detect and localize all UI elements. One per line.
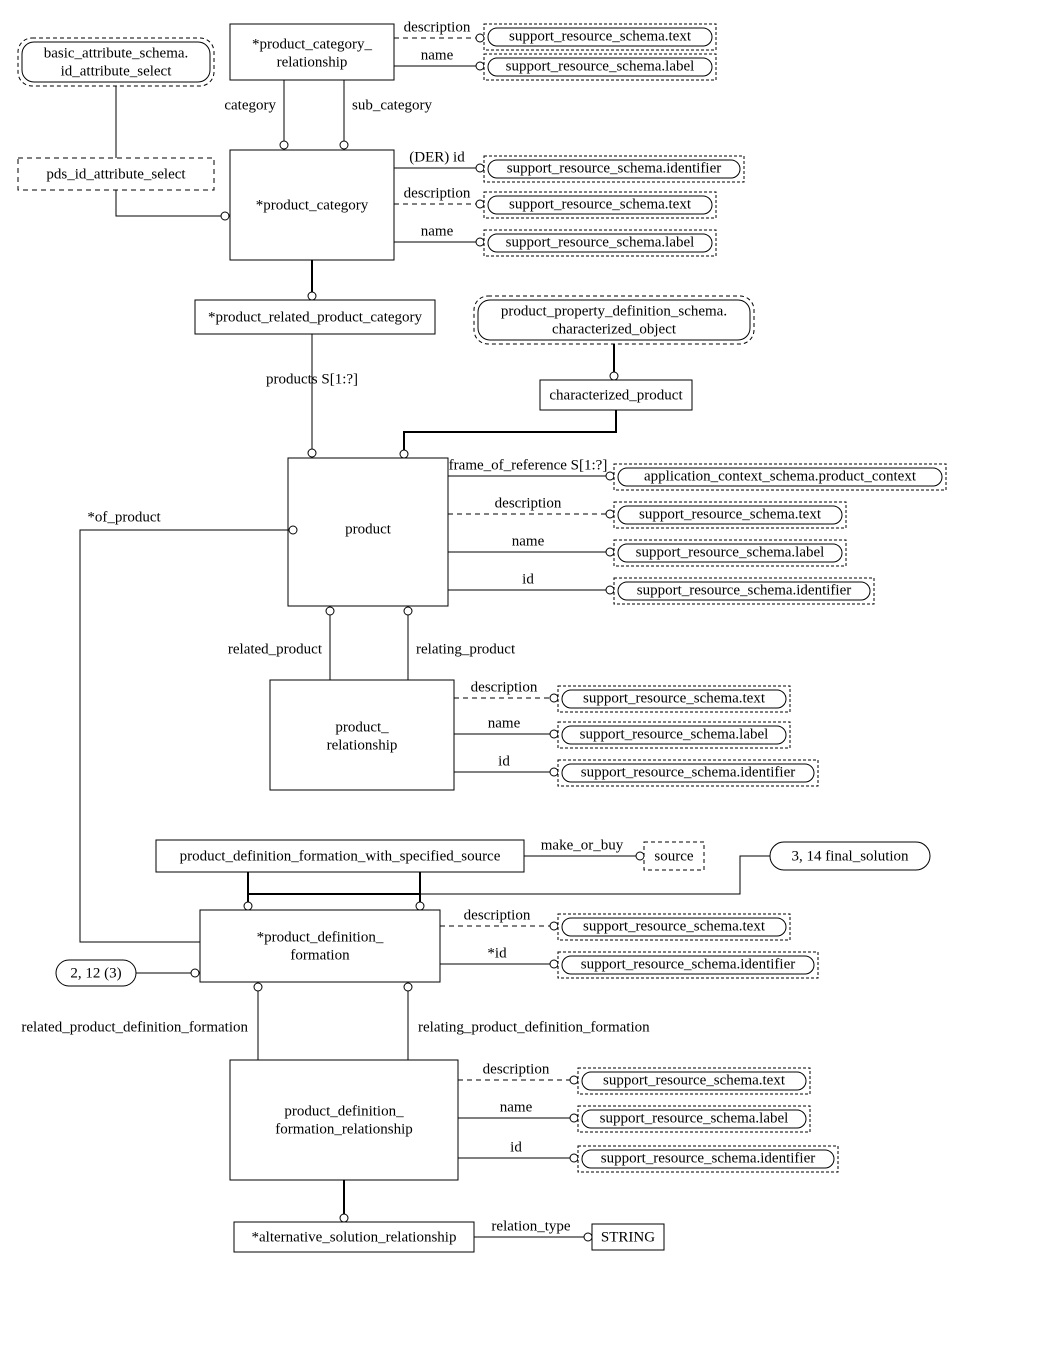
entity-product-category-relationship-l1: *product_category_ (252, 36, 372, 52)
type-srs-identifier-1-label: support_resource_schema.identifier (507, 160, 722, 176)
attr-pdfr-id: id (510, 1139, 522, 1155)
entity-product-relationship-l1: product_ (335, 719, 389, 735)
select-basic-attribute-schema-label-2: id_attribute_select (61, 63, 173, 79)
attr-pcr-description: description (404, 19, 471, 35)
entity-pdf-with-source-label: product_definition_formation_with_specif… (180, 848, 501, 864)
attr-category: category (224, 97, 276, 113)
type-srs-identifier-3-label: support_resource_schema.identifier (581, 764, 796, 780)
attr-make-or-buy: make_or_buy (541, 837, 624, 853)
attr-pr-id: id (498, 753, 510, 769)
select-product-property-def-l1: product_property_definition_schema. (501, 303, 727, 319)
attr-product-name: name (512, 533, 545, 549)
type-srs-identifier-2-label: support_resource_schema.identifier (637, 582, 852, 598)
type-srs-text-6-label: support_resource_schema.text (603, 1072, 786, 1088)
entity-alternative-solution-relationship-label: *alternative_solution_relationship (252, 1229, 457, 1245)
attr-pr-name: name (488, 715, 521, 731)
entity-pdf-l2: formation (290, 947, 350, 963)
entity-product-category-relationship-l2: relationship (277, 54, 348, 70)
type-srs-text-4-label: support_resource_schema.text (583, 690, 766, 706)
entity-product-definition-formation (200, 910, 440, 982)
entity-pdf-rel-l1: product_definition_ (284, 1103, 404, 1119)
type-string-label: STRING (601, 1229, 655, 1245)
type-app-ctx-label: application_context_schema.product_conte… (644, 468, 917, 484)
attr-pdf-description: description (464, 907, 531, 923)
attr-product-description: description (495, 495, 562, 511)
type-pds-id-attribute-select-label: pds_id_attribute_select (46, 166, 186, 182)
type-srs-label-3-label: support_resource_schema.label (636, 544, 825, 560)
attr-frame-of-reference: frame_of_reference S[1:?] (449, 457, 608, 473)
entity-pdf-relationship (230, 1060, 458, 1180)
type-srs-text-3-label: support_resource_schema.text (639, 506, 822, 522)
type-srs-text-5-label: support_resource_schema.text (583, 918, 766, 934)
type-source-label: source (654, 848, 693, 864)
attr-relating-pdf: relating_product_definition_formation (418, 1019, 650, 1035)
type-srs-identifier-4-label: support_resource_schema.identifier (581, 956, 796, 972)
type-srs-label-5-label: support_resource_schema.label (600, 1110, 789, 1126)
attr-products: products S[1:?] (266, 371, 358, 387)
entity-product-relationship-l2: relationship (327, 737, 398, 753)
type-srs-label-1-label: support_resource_schema.label (506, 58, 695, 74)
attr-pdfr-name: name (500, 1099, 533, 1115)
attr-pc-description: description (404, 185, 471, 201)
attr-pdf-star-id: *id (487, 945, 507, 961)
entity-pdf-rel-l2: formation_relationship (275, 1121, 412, 1137)
attr-of-product: *of_product (87, 509, 161, 525)
type-srs-text-2-label: support_resource_schema.text (509, 196, 692, 212)
attr-pr-description: description (471, 679, 538, 695)
rule-3-14-label: 3, 14 final_solution (791, 848, 909, 864)
entity-product-category-label: *product_category (256, 197, 369, 213)
select-product-property-def-l2: characterized_object (552, 321, 677, 337)
attr-product-id: id (522, 571, 534, 587)
type-srs-identifier-5-label: support_resource_schema.identifier (601, 1150, 816, 1166)
entity-characterized-product-label: characterized_product (549, 387, 683, 403)
attr-pc-der-id: (DER) id (409, 149, 465, 165)
attr-pc-name: name (421, 223, 454, 239)
type-srs-label-2-label: support_resource_schema.label (506, 234, 695, 250)
type-srs-label-4-label: support_resource_schema.label (580, 726, 769, 742)
attr-related-product: related_product (228, 641, 323, 657)
entity-pdf-l1: *product_definition_ (257, 929, 384, 945)
type-srs-text-1-label: support_resource_schema.text (509, 28, 692, 44)
select-basic-attribute-schema-label-1: basic_attribute_schema. (44, 45, 189, 61)
attr-pcr-name: name (421, 47, 454, 63)
attr-relation-type: relation_type (491, 1218, 570, 1234)
attr-pdfr-description: description (483, 1061, 550, 1077)
attr-sub-category: sub_category (352, 97, 432, 113)
attr-related-pdf: related_product_definition_formation (21, 1019, 248, 1035)
rule-2-12-3-label: 2, 12 (3) (70, 965, 121, 981)
attr-relating-product: relating_product (416, 641, 516, 657)
entity-product-label: product (345, 521, 392, 537)
entity-product-related-product-category-label: *product_related_product_category (208, 309, 423, 325)
